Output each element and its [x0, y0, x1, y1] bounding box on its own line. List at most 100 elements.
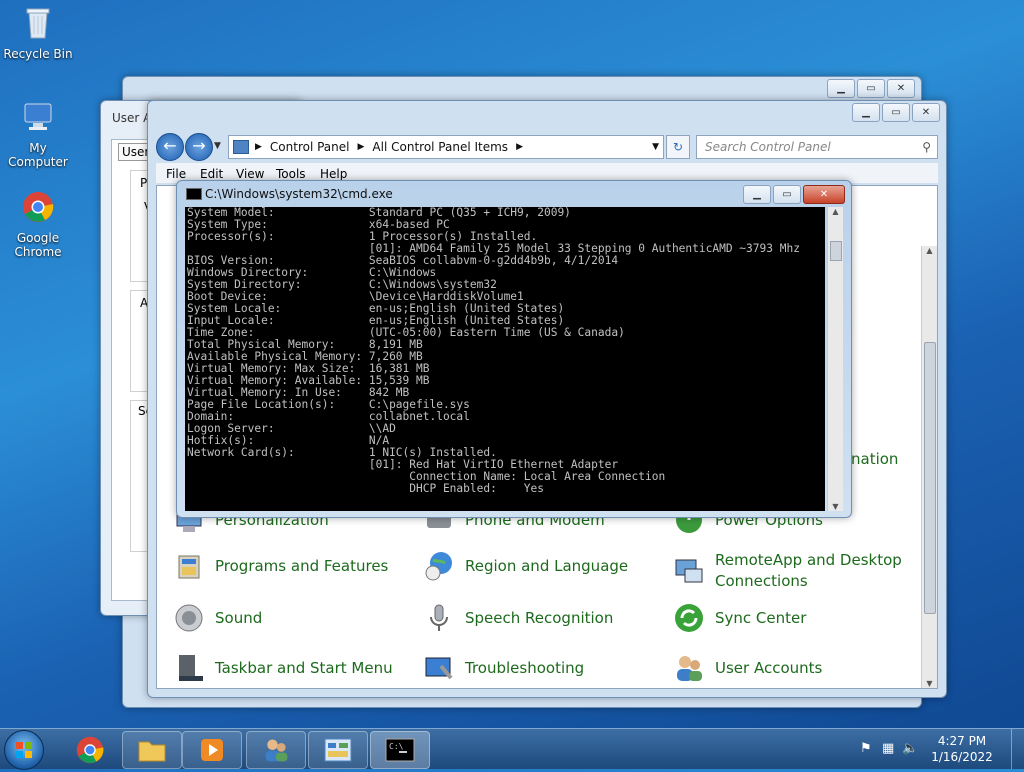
breadcrumb-control-panel[interactable]: Control Panel: [270, 140, 350, 154]
cp-item-speech-recognition[interactable]: Speech Recognition: [423, 602, 613, 634]
desktop-icon-label: My Computer: [8, 141, 68, 169]
recent-pages-dropdown[interactable]: ▼: [214, 141, 221, 151]
breadcrumb-separator: ▶: [255, 142, 262, 152]
refresh-icon: ↻: [672, 140, 684, 154]
cp-item-user-accounts[interactable]: User Accounts: [673, 652, 822, 684]
maximize-button[interactable]: ▭: [857, 79, 885, 98]
menu-file[interactable]: File: [166, 167, 186, 181]
cp-item-troubleshooting[interactable]: Troubleshooting: [423, 652, 584, 684]
menu-edit[interactable]: Edit: [200, 167, 223, 181]
maximize-button[interactable]: ▭: [882, 103, 910, 122]
refresh-button[interactable]: ↻: [666, 135, 690, 159]
minimize-button[interactable]: ▁: [852, 103, 880, 122]
chrome-icon: [76, 736, 104, 764]
taskbar-icon: [179, 655, 203, 681]
cp-item-label: Region and Language: [465, 557, 629, 575]
media-player-icon: [201, 739, 223, 761]
breadcrumb-all-items[interactable]: All Control Panel Items: [372, 140, 508, 154]
console-scrollbar[interactable]: ▲ ▼: [827, 207, 843, 511]
system-tray: ⚑ ▦ 🔈 4:27 PM 1/16/2022: [854, 729, 1024, 769]
cp-item-region-and-language[interactable]: Region and Language: [423, 550, 628, 582]
cp-item-taskbar-and-start-menu[interactable]: Taskbar and Start Menu: [173, 652, 393, 684]
minimize-button[interactable]: ▁: [743, 185, 771, 204]
scroll-down-arrow[interactable]: ▼: [922, 679, 937, 688]
taskbar-cmd[interactable]: C:\: [370, 731, 430, 769]
cp-item-label: Programs and Features: [215, 557, 389, 575]
cp-item-remoteapp[interactable]: RemoteApp and Desktop Connections: [673, 550, 903, 592]
scrollbar-thumb[interactable]: [830, 241, 842, 261]
remoteapp-icon: [675, 559, 703, 583]
cp-item-label: RemoteApp and Desktop Connections: [715, 551, 902, 590]
users-icon: [677, 656, 702, 681]
speaker-icon: [175, 604, 203, 632]
users-icon: [265, 739, 288, 762]
close-button[interactable]: ✕: [803, 185, 845, 204]
taskbar-user-accounts[interactable]: [246, 731, 306, 769]
scroll-up-arrow[interactable]: ▲: [828, 207, 843, 216]
desktop-icon-label: Recycle Bin: [3, 47, 73, 61]
clock-date[interactable]: 1/16/2022: [926, 750, 998, 764]
cp-item-label: Troubleshooting: [465, 659, 585, 677]
close-button[interactable]: ✕: [887, 79, 915, 98]
arrow-right-icon: →: [192, 136, 206, 155]
show-desktop-button[interactable]: [1011, 729, 1024, 769]
search-box[interactable]: Search Control Panel ⚲: [696, 135, 938, 159]
maximize-button[interactable]: ▭: [773, 185, 801, 204]
sync-icon: [675, 604, 703, 632]
taskbar-chrome[interactable]: [60, 731, 120, 769]
search-icon: ⚲: [922, 140, 931, 154]
cp-item-label: Sync Center: [715, 609, 807, 627]
cmd-window-icon: [186, 188, 202, 200]
cp-item-programs-and-features[interactable]: Programs and Features: [173, 550, 388, 582]
menu-tools[interactable]: Tools: [276, 167, 306, 181]
scroll-down-arrow[interactable]: ▼: [828, 502, 843, 511]
volume-icon[interactable]: 🔈: [902, 741, 918, 756]
programs-icon: [178, 555, 200, 579]
cp-item-label: Speech Recognition: [465, 609, 614, 627]
scrollbar-thumb[interactable]: [924, 342, 936, 614]
globe-clock-icon: [425, 552, 452, 581]
desktop-icon-label: Google Chrome: [14, 231, 62, 259]
desktop-icon-google-chrome[interactable]: Google Chrome: [0, 190, 78, 259]
cp-item-label: Sound: [215, 609, 263, 627]
partial-item-label[interactable]: nation: [851, 450, 898, 468]
taskbar-explorer[interactable]: [122, 731, 182, 769]
scroll-up-arrow[interactable]: ▲: [922, 246, 937, 255]
cmd-window[interactable]: C:\Windows\system32\cmd.exe ▁ ▭ ✕ System…: [176, 180, 852, 518]
cp-item-sound[interactable]: Sound: [173, 602, 262, 634]
windows-logo-icon: [16, 742, 32, 758]
menu-view[interactable]: View: [236, 167, 264, 181]
window-caption-buttons: ▁ ▭ ✕: [827, 79, 915, 98]
cp-item-label: User Accounts: [715, 659, 823, 677]
cmd-window-title: C:\Windows\system32\cmd.exe: [205, 187, 393, 201]
search-input[interactable]: Search Control Panel: [705, 140, 831, 154]
troubleshooting-icon: [425, 657, 453, 680]
desktop-icon-my-computer[interactable]: My Computer: [0, 100, 78, 169]
minimize-button[interactable]: ▁: [827, 79, 855, 98]
forward-button[interactable]: →: [185, 133, 213, 161]
chrome-icon: [23, 192, 54, 222]
cp-item-sync-center[interactable]: Sync Center: [673, 602, 806, 634]
start-button[interactable]: [4, 730, 44, 770]
cmd-icon: C:\: [385, 738, 415, 762]
taskbar: C:\ ⚑ ▦ 🔈 4:27 PM 1/16/2022: [0, 728, 1024, 770]
clock-time[interactable]: 4:27 PM: [932, 734, 992, 748]
cp-item-label: Taskbar and Start Menu: [215, 659, 393, 677]
recycle-bin-icon: [26, 8, 50, 39]
address-bar[interactable]: ▶ Control Panel ▶ All Control Panel Item…: [228, 135, 664, 159]
back-button[interactable]: ←: [156, 133, 184, 161]
window-title: User A: [112, 111, 152, 125]
menu-help[interactable]: Help: [320, 167, 347, 181]
taskbar-control-panel[interactable]: [308, 731, 368, 769]
taskbar-media-player[interactable]: [182, 731, 242, 769]
control-panel-scrollbar[interactable]: ▲ ▼: [921, 246, 937, 688]
address-dropdown-icon[interactable]: ▼: [652, 142, 659, 152]
console-text: System Model: Standard PC (Q35 + ICH9, 2…: [187, 207, 800, 495]
window-caption-buttons: ▁ ▭ ✕: [852, 103, 940, 122]
close-button[interactable]: ✕: [912, 103, 940, 122]
network-icon[interactable]: ▦: [882, 741, 894, 756]
action-center-icon[interactable]: ⚑: [860, 741, 872, 756]
console-output[interactable]: System Model: Standard PC (Q35 + ICH9, 2…: [185, 207, 825, 511]
breadcrumb-separator: ▶: [516, 142, 523, 152]
desktop-icon-recycle-bin[interactable]: Recycle Bin: [0, 6, 78, 61]
